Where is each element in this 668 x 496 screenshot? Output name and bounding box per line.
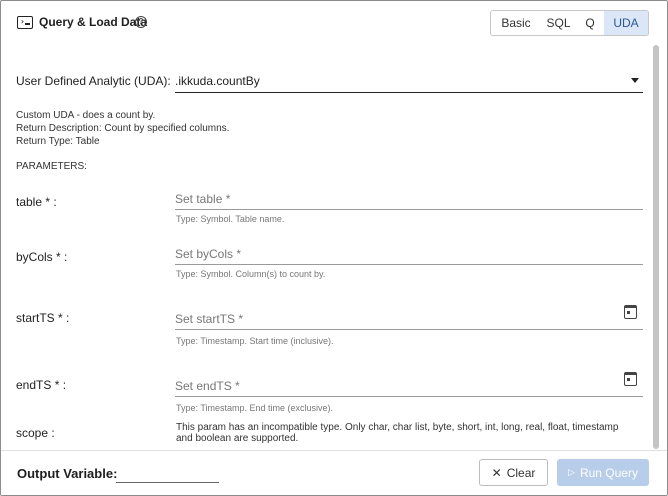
startts-input[interactable] xyxy=(175,310,615,328)
uda-select[interactable]: .ikkuda.countBy xyxy=(175,69,643,93)
uda-return-description: Return Description: Count by specified c… xyxy=(16,123,230,134)
param-hint-table: Type: Symbol. Table name. xyxy=(176,214,285,224)
scrollbar[interactable] xyxy=(653,45,659,449)
terminal-icon: › xyxy=(17,16,33,29)
uda-select-value: .ikkuda.countBy xyxy=(175,74,260,88)
output-variable-input[interactable] xyxy=(116,463,219,481)
output-variable-label: Output Variable: xyxy=(17,466,118,481)
param-field-startts xyxy=(175,310,643,330)
panel-footer: Output Variable: ✕ Clear ▷ Run Query xyxy=(1,450,667,495)
param-hint-startts: Type: Timestamp. Start time (inclusive). xyxy=(176,336,334,346)
param-label-scope: scope : xyxy=(16,426,55,440)
uda-description-line: Custom UDA - does a count by. xyxy=(16,110,156,121)
mode-sql[interactable]: SQL xyxy=(541,11,576,35)
mode-basic[interactable]: Basic xyxy=(491,11,541,35)
param-label-startts: startTS * : xyxy=(16,311,70,325)
param-label-bycols: byCols * : xyxy=(16,250,68,264)
close-icon: ✕ xyxy=(491,465,502,480)
query-load-panel: › Query & Load Data ? Basic SQL Q UDA Us… xyxy=(0,0,668,496)
uda-return-type: Return Type: Table xyxy=(16,136,100,147)
scope-incompatible-message: This param has an incompatible type. Onl… xyxy=(176,422,619,444)
param-hint-bycols: Type: Symbol. Column(s) to count by. xyxy=(176,269,326,279)
calendar-icon[interactable] xyxy=(624,305,637,319)
query-mode-toggle: Basic SQL Q UDA xyxy=(490,10,649,36)
caret-down-icon[interactable] xyxy=(631,78,639,83)
endts-input[interactable] xyxy=(175,377,615,395)
output-variable-field xyxy=(116,463,219,483)
clear-button-label: Clear xyxy=(506,465,536,480)
clear-button[interactable]: ✕ Clear xyxy=(479,459,548,486)
mode-q[interactable]: Q xyxy=(576,11,604,35)
run-query-label: Run Query xyxy=(579,465,638,480)
param-label-endts: endTS * : xyxy=(16,378,67,392)
panel-title: Query & Load Data xyxy=(39,15,148,29)
calendar-icon[interactable] xyxy=(624,372,637,386)
table-input[interactable] xyxy=(175,190,615,208)
parameters-heading: PARAMETERS: xyxy=(16,161,87,172)
bycols-input[interactable] xyxy=(175,245,615,263)
play-icon: ▷ xyxy=(568,467,575,477)
panel-header: › Query & Load Data ? Basic SQL Q UDA xyxy=(1,1,667,45)
uda-label: User Defined Analytic (UDA): xyxy=(16,74,171,88)
scrollbar-thumb[interactable] xyxy=(653,45,659,449)
mode-uda[interactable]: UDA xyxy=(604,11,648,35)
run-query-button[interactable]: ▷ Run Query xyxy=(557,459,649,486)
param-hint-endts: Type: Timestamp. End time (exclusive). xyxy=(176,403,334,413)
param-field-bycols xyxy=(175,245,643,265)
help-circle-icon[interactable]: ? xyxy=(135,16,147,28)
param-field-table xyxy=(175,190,643,210)
param-field-endts xyxy=(175,377,643,397)
param-label-table: table * : xyxy=(16,195,57,209)
